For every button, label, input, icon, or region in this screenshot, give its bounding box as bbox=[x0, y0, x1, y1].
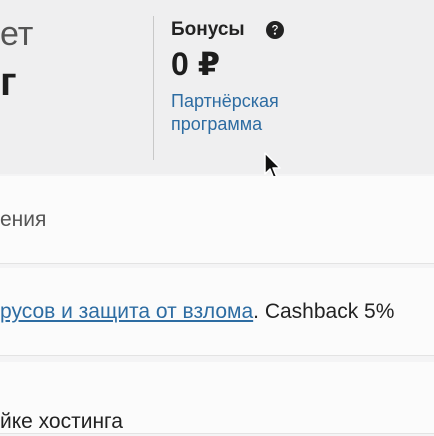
list-item[interactable]: ения bbox=[0, 176, 434, 264]
bonus-amount: 0 ₽ bbox=[171, 46, 220, 82]
list-item[interactable]: йке хостинга bbox=[0, 362, 434, 434]
list-item-text: йке хостинга bbox=[0, 410, 123, 433]
list-item-text: ения bbox=[0, 208, 47, 231]
partner-program-link[interactable]: Партнёрская программа bbox=[171, 90, 341, 136]
cashback-text: . Cashback 5% bbox=[253, 300, 395, 323]
help-icon[interactable] bbox=[265, 20, 285, 40]
list-item: русов и защита от взлома. Cashback 5% bbox=[0, 268, 434, 356]
balance-heading-fragment: ет bbox=[0, 15, 34, 53]
account-summary-panel: ет г Бонусы 0 ₽ Партнёрская программа bbox=[0, 0, 434, 180]
bonus-block: Бонусы 0 ₽ Партнёрская программа bbox=[171, 18, 284, 134]
list-item-text: русов и защита от взлома. Cashback 5% bbox=[0, 298, 394, 326]
panel-divider bbox=[153, 16, 154, 160]
bonus-title: Бонусы bbox=[171, 19, 245, 40]
protection-link[interactable]: русов и защита от взлома bbox=[0, 300, 253, 323]
balance-value-fragment: г bbox=[0, 60, 17, 104]
